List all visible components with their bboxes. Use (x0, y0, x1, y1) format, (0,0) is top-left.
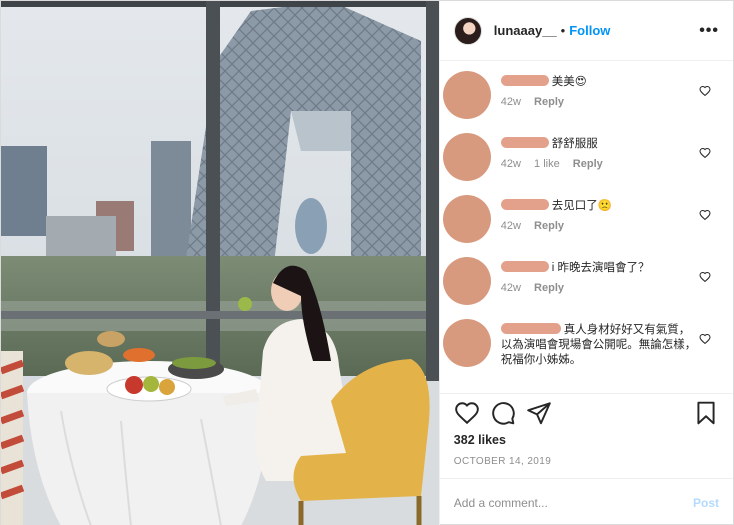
post-comment-button[interactable]: Post (693, 496, 719, 510)
comment-age: 42w (500, 158, 521, 170)
comment-text: 舒舒服服 (551, 138, 598, 150)
redacted-username (500, 261, 549, 272)
comment-like-heart-icon[interactable] (699, 333, 711, 345)
comment-text-row: i 昨晚去演唱會了？ (500, 261, 691, 276)
redacted-username (500, 199, 549, 210)
comment-meta: 42w 1 like Reply (501, 158, 691, 170)
comment-text-row: 美美😍 (500, 75, 691, 90)
comment-meta: 42w Reply (501, 282, 691, 294)
author-username[interactable]: lunaaay__ (494, 23, 557, 38)
reply-button[interactable]: Reply (534, 220, 564, 232)
comment-age: 42w (500, 282, 521, 294)
post-actions-bar (439, 393, 733, 431)
reply-button[interactable]: Reply (534, 96, 564, 108)
redacted-username (500, 137, 549, 148)
share-icon[interactable] (526, 400, 552, 426)
post-header: lunaaay__ • Follow ••• (439, 1, 733, 61)
comment-text: 去见口了🙁 (551, 200, 613, 212)
comment-meta: 42w Reply (501, 220, 691, 232)
comment-item: i 昨晚去演唱會了？ 42w Reply (440, 257, 733, 317)
commenter-avatar[interactable] (442, 71, 491, 119)
header-separator: • (560, 23, 566, 38)
comment-text: i 昨晚去演唱會了？ (551, 262, 650, 274)
comment-item: 美美😍 42w Reply (440, 71, 733, 131)
comment-likes[interactable]: 1 like (534, 158, 560, 170)
comment-like-heart-icon[interactable] (699, 209, 711, 221)
likes-count[interactable]: 382 likes (440, 433, 733, 447)
reply-button[interactable]: Reply (534, 282, 564, 294)
follow-button[interactable]: Follow (569, 23, 610, 38)
comment-age: 42w (500, 96, 521, 108)
comment-item: 舒舒服服 42w 1 like Reply (440, 133, 733, 193)
comment-text-row: 真人身材好好又有氣質，以為演唱會現場會公開呢。無論怎樣，祝福你小姊姊。 (500, 323, 697, 368)
comment-like-heart-icon[interactable] (699, 147, 711, 159)
comment-like-heart-icon[interactable] (699, 271, 711, 283)
comment-text-row: 舒舒服服 (500, 137, 691, 152)
comment-icon[interactable] (490, 400, 516, 426)
comment-age: 42w (500, 220, 521, 232)
commenter-avatar[interactable] (442, 133, 491, 181)
commenter-avatar[interactable] (442, 195, 491, 243)
post-photo[interactable] (1, 1, 439, 525)
comment-list[interactable]: 美美😍 42w Reply 舒舒服服 42w 1 like Reply 去见口了… (440, 61, 733, 393)
post-side-panel: lunaaay__ • Follow ••• 美美😍 42w Reply 舒舒服… (438, 1, 733, 525)
comment-item: 真人身材好好又有氣質，以為演唱會現場會公開呢。無論怎樣，祝福你小姊姊。 (440, 319, 733, 379)
comment-item: 去见口了🙁 42w Reply (440, 195, 733, 255)
commenter-avatar[interactable] (442, 319, 491, 367)
reply-button[interactable]: Reply (573, 158, 603, 170)
comment-text-row: 去见口了🙁 (500, 199, 691, 214)
comment-text: 美美😍 (551, 76, 587, 88)
redacted-username (500, 323, 561, 334)
photo-illustration (1, 1, 439, 525)
author-avatar[interactable] (453, 16, 482, 45)
comment-like-heart-icon[interactable] (699, 85, 711, 97)
instagram-post: lunaaay__ • Follow ••• 美美😍 42w Reply 舒舒服… (0, 0, 734, 525)
commenter-avatar[interactable] (442, 257, 491, 305)
comment-meta: 42w Reply (501, 96, 691, 108)
post-date: OCTOBER 14, 2019 (453, 456, 552, 467)
heart-icon[interactable] (454, 400, 480, 426)
add-comment-input[interactable] (453, 495, 693, 510)
redacted-username (500, 75, 549, 86)
bookmark-icon[interactable] (693, 400, 719, 426)
add-comment-box: Post (439, 478, 733, 525)
more-options-icon[interactable]: ••• (699, 22, 719, 40)
